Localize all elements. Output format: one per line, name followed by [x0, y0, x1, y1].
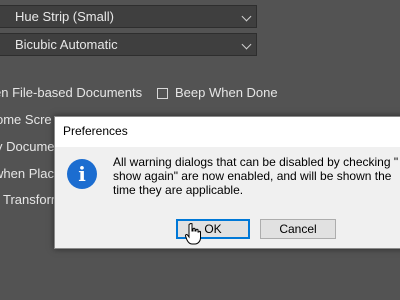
- message-line: show again" are now enabled, and will be…: [113, 169, 392, 183]
- beep-when-done-checkbox[interactable]: [157, 88, 168, 99]
- chevron-down-icon: [241, 11, 252, 22]
- preferences-dialog: Preferences i All warning dialogs that c…: [54, 116, 400, 249]
- dropdown-value: Bicubic Automatic: [15, 37, 118, 52]
- dialog-message: All warning dialogs that can be disabled…: [113, 155, 400, 197]
- option-label-transform: Transform: [3, 192, 62, 207]
- chevron-down-icon: [241, 39, 252, 50]
- dialog-titlebar: Preferences: [55, 117, 400, 147]
- option-label-documents: y Documen: [0, 139, 62, 154]
- color-picker-dropdown[interactable]: Hue Strip (Small): [0, 5, 257, 28]
- dropdown-value: Hue Strip (Small): [15, 9, 114, 24]
- beep-when-done-label: Beep When Done: [175, 85, 278, 100]
- dialog-title: Preferences: [63, 124, 128, 138]
- option-label-placing: when Placi: [0, 166, 57, 181]
- message-line: time they are applicable.: [113, 183, 244, 197]
- option-label-home-screen: ome Scre: [0, 112, 52, 127]
- information-icon: i: [67, 159, 97, 189]
- cancel-button[interactable]: Cancel: [260, 219, 336, 239]
- message-line: All warning dialogs that can be disabled…: [113, 155, 399, 169]
- dialog-body: i All warning dialogs that can be disabl…: [55, 147, 400, 248]
- option-label-file-based: en File-based Documents: [0, 85, 143, 100]
- interpolation-dropdown[interactable]: Bicubic Automatic: [0, 33, 257, 56]
- hand-cursor-icon: [185, 223, 201, 245]
